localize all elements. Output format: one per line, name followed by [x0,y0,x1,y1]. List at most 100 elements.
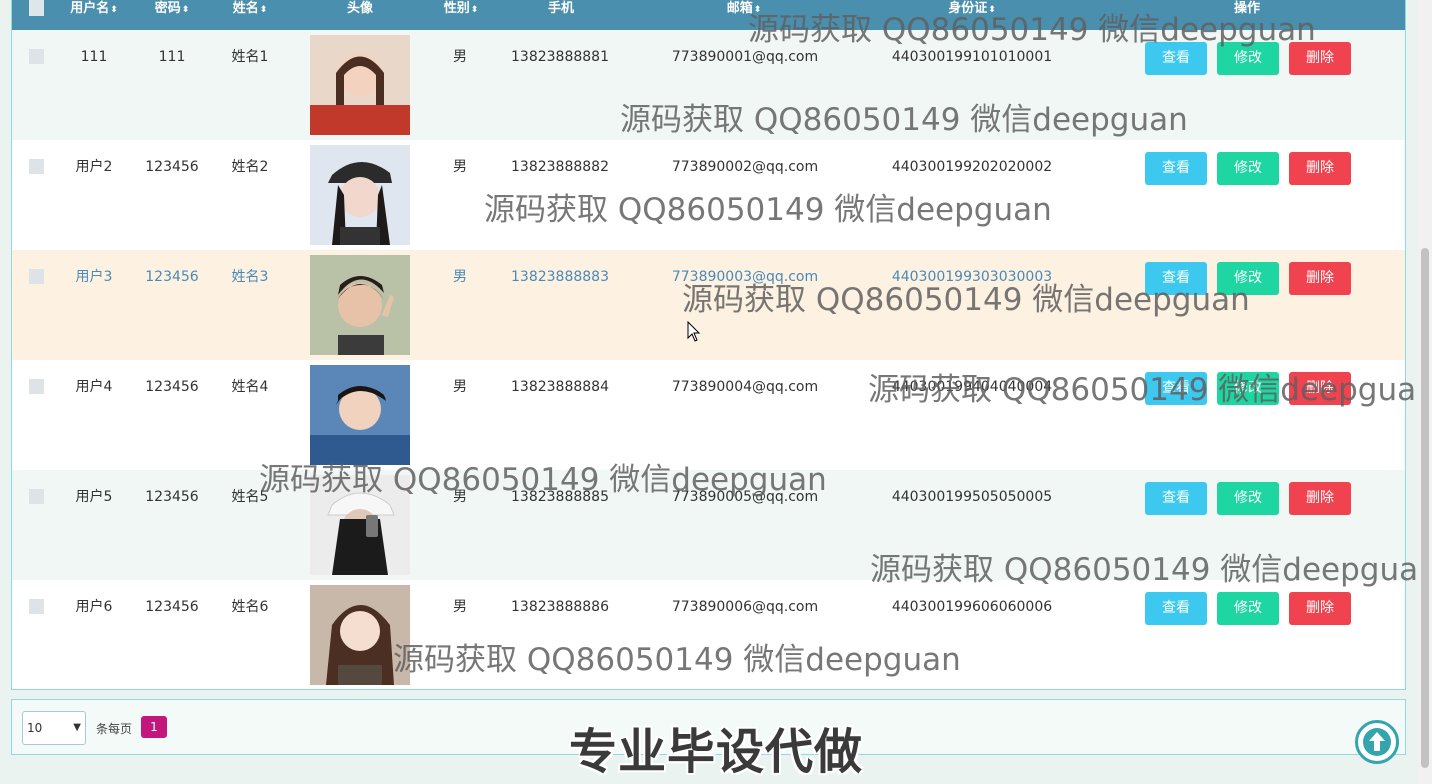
back-to-top-button[interactable] [1355,720,1399,764]
row-checkbox[interactable] [29,49,44,64]
cell-username: 111 [80,49,108,65]
sort-arrows-icon[interactable]: ⬍ [110,5,118,15]
cell-idcard: 440300199505050005 [891,489,1053,505]
sort-arrows-icon[interactable]: ⬍ [182,5,190,15]
cell-email: 773890004@qq.com [671,379,819,395]
view-button[interactable]: 查看 [1145,372,1207,405]
cell-username: 用户5 [75,489,113,505]
delete-button[interactable]: 删除 [1289,152,1351,185]
sort-arrows-icon[interactable]: ⬍ [471,5,479,15]
pagination-bar: 10 ▼ 条每页 1 [11,699,1406,755]
sort-arrows-icon[interactable]: ⬍ [260,5,268,15]
view-button[interactable]: 查看 [1145,42,1207,75]
cell-phone: 13823888885 [511,489,609,505]
cell-gender: 男 [453,159,467,175]
avatar [310,585,410,685]
select-all-checkbox[interactable] [29,0,44,16]
user-table: 用户名⬍ 密码⬍ 姓名⬍ 头像 性别⬍ 手机 邮箱⬍ 身份证⬍ 操作 111 1… [11,0,1406,690]
cell-password: 123456 [145,599,199,615]
delete-button[interactable]: 删除 [1289,372,1351,405]
delete-button[interactable]: 删除 [1289,42,1351,75]
column-header-phone: 手机 [547,1,574,16]
cell-gender: 男 [453,269,467,285]
avatar [310,255,410,355]
row-checkbox[interactable] [29,269,44,284]
page-size-select[interactable]: 10 ▼ [22,711,86,745]
cell-username: 用户3 [75,269,113,285]
cell-password: 111 [158,49,186,65]
cell-phone: 13823888886 [511,599,609,615]
cell-email: 773890001@qq.com [671,49,819,65]
cell-email: 773890002@qq.com [671,159,819,175]
page-button-current[interactable]: 1 [141,716,167,738]
sort-arrows-icon[interactable]: ⬍ [988,5,996,15]
cell-email: 773890003@qq.com [671,269,819,285]
cell-gender: 男 [453,49,467,65]
table-row: 111 111 姓名1 男 13823888881 773890001@qq.c… [12,30,1405,140]
edit-button[interactable]: 修改 [1217,262,1279,295]
column-header-email[interactable]: 邮箱⬍ [712,0,776,18]
scrollbar-thumb[interactable] [1421,248,1429,768]
delete-button[interactable]: 删除 [1289,482,1351,515]
view-button[interactable]: 查看 [1145,482,1207,515]
page-scrollbar[interactable] [1418,0,1432,784]
edit-button[interactable]: 修改 [1217,592,1279,625]
cell-idcard: 440300199404040004 [891,379,1053,395]
table-row: 用户4 123456 姓名4 男 13823888884 773890004@q… [12,360,1405,470]
row-checkbox[interactable] [29,379,44,394]
cell-idcard: 440300199101010001 [891,49,1053,65]
row-checkbox[interactable] [29,489,44,504]
cell-name: 姓名4 [231,379,269,395]
cell-password: 123456 [145,269,199,285]
per-page-label: 条每页 [96,722,133,736]
cell-phone: 13823888884 [511,379,609,395]
cell-name: 姓名5 [231,489,269,505]
view-button[interactable]: 查看 [1145,262,1207,295]
column-header-gender[interactable]: 性别⬍ [429,0,493,18]
row-checkbox[interactable] [29,159,44,174]
cell-idcard: 440300199303030003 [891,269,1053,285]
delete-button[interactable]: 删除 [1289,592,1351,625]
cell-idcard: 440300199202020002 [891,159,1053,175]
cell-email: 773890006@qq.com [671,599,819,615]
cell-username: 用户6 [75,599,113,615]
page-size-value: 10 [27,721,43,735]
cell-name: 姓名1 [231,49,269,65]
delete-button[interactable]: 删除 [1289,262,1351,295]
cell-password: 123456 [145,159,199,175]
edit-button[interactable]: 修改 [1217,152,1279,185]
view-button[interactable]: 查看 [1145,592,1207,625]
column-header-avatar: 头像 [346,1,373,16]
sort-arrows-icon[interactable]: ⬍ [754,5,762,15]
column-header-password[interactable]: 密码⬍ [140,0,204,18]
column-header-actions: 操作 [1233,1,1260,16]
edit-button[interactable]: 修改 [1217,482,1279,515]
avatar [310,365,410,465]
table-header: 用户名⬍ 密码⬍ 姓名⬍ 头像 性别⬍ 手机 邮箱⬍ 身份证⬍ 操作 [12,0,1405,30]
column-header-idcard[interactable]: 身份证⬍ [932,0,1012,18]
table-row: 用户6 123456 姓名6 男 13823888886 773890006@q… [12,580,1405,689]
cell-idcard: 440300199606060006 [891,599,1053,615]
table-row: 用户5 123456 姓名5 男 13823888885 773890005@q… [12,470,1405,580]
chevron-down-icon: ▼ [73,722,81,733]
column-header-name[interactable]: 姓名⬍ [218,0,282,18]
table-row: 用户3 123456 姓名3 男 13823888883 773890003@q… [12,250,1405,360]
cell-username: 用户4 [75,379,113,395]
cell-password: 123456 [145,379,199,395]
cell-name: 姓名6 [231,599,269,615]
mouse-cursor-icon [687,321,701,342]
column-header-username[interactable]: 用户名⬍ [62,0,126,18]
arrow-up-icon [1363,728,1391,756]
cell-username: 用户2 [75,159,113,175]
cell-phone: 13823888881 [511,49,609,65]
edit-button[interactable]: 修改 [1217,42,1279,75]
view-button[interactable]: 查看 [1145,152,1207,185]
edit-button[interactable]: 修改 [1217,372,1279,405]
cell-phone: 13823888882 [511,159,609,175]
cell-name: 姓名2 [231,159,269,175]
cell-gender: 男 [453,379,467,395]
cell-email: 773890005@qq.com [671,489,819,505]
row-checkbox[interactable] [29,599,44,614]
cell-gender: 男 [453,599,467,615]
cell-phone: 13823888883 [511,269,609,285]
